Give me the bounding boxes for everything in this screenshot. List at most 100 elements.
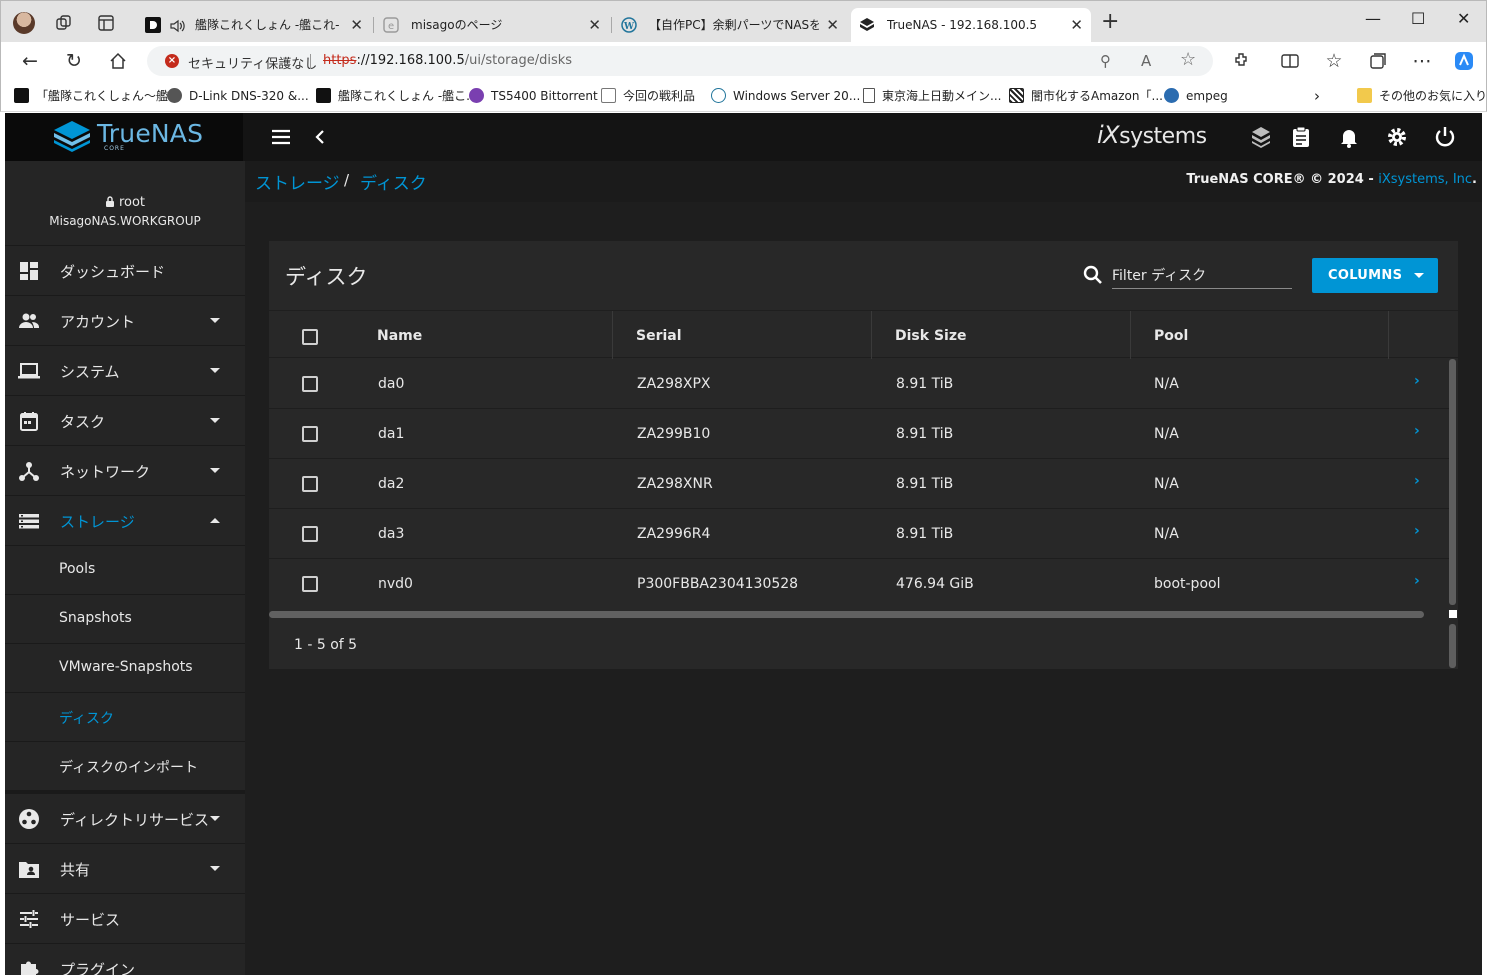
- sidebar-subitem-import-disk[interactable]: ディスクのインポート: [5, 742, 245, 794]
- browser-tab-misago[interactable]: e misagoのページ ✕: [375, 8, 609, 43]
- more-bookmarks-icon[interactable]: ›: [1314, 86, 1320, 106]
- tab-actions-icon[interactable]: [96, 13, 116, 33]
- column-resize-handle[interactable]: [871, 311, 872, 359]
- chevron-right-icon[interactable]: ›: [1414, 473, 1420, 489]
- close-window-icon[interactable]: ✕: [1457, 9, 1470, 28]
- column-resize-handle[interactable]: [612, 311, 613, 359]
- split-screen-icon[interactable]: [1279, 50, 1301, 72]
- other-favorites-folder[interactable]: その他のお気に入り: [1357, 86, 1487, 106]
- sidebar-item-accounts[interactable]: アカウント: [5, 296, 245, 346]
- bookmark-item[interactable]: 「艦隊これくしょん～艦...: [14, 86, 179, 106]
- columns-button[interactable]: COLUMNS: [1312, 258, 1438, 293]
- truecommand-icon[interactable]: [1249, 125, 1273, 149]
- sidebar-subitem-pools[interactable]: Pools: [5, 546, 245, 595]
- profile-avatar[interactable]: [13, 12, 35, 34]
- minimize-icon[interactable]: —: [1365, 9, 1381, 28]
- close-tab-icon[interactable]: ✕: [1070, 8, 1083, 43]
- bookmark-item[interactable]: Windows Server 20...: [711, 86, 860, 106]
- search-icon[interactable]: [1082, 264, 1104, 286]
- home-icon[interactable]: [107, 50, 129, 72]
- bookmark-item[interactable]: 艦隊これくしょん -艦こ...: [316, 86, 478, 106]
- url-text[interactable]: https://192.168.100.5/ui/storage/disks: [323, 53, 572, 68]
- table-row[interactable]: da0 ZA298XPX 8.91 TiB N/A ›: [269, 359, 1449, 409]
- chevron-right-icon[interactable]: ›: [1414, 373, 1420, 389]
- bookmark-item[interactable]: 東京海上日動メイン...: [863, 86, 1001, 106]
- table-row[interactable]: da3 ZA2996R4 8.91 TiB N/A ›: [269, 509, 1449, 559]
- horizontal-scrollbar-thumb[interactable]: [269, 611, 1424, 618]
- horizontal-scrollbar[interactable]: [269, 610, 1447, 620]
- sidebar-item-storage[interactable]: ストレージ: [5, 496, 245, 546]
- extensions-icon[interactable]: [1231, 50, 1253, 72]
- browser-tab-wordpress[interactable]: W 【自作PC】余剰パーツでNASを組み立 ✕: [613, 8, 847, 43]
- row-checkbox[interactable]: [302, 526, 318, 542]
- new-tab-icon[interactable]: +: [1101, 11, 1119, 33]
- sidebar-subitem-snapshots[interactable]: Snapshots: [5, 595, 245, 644]
- breadcrumb-disks[interactable]: ディスク: [360, 169, 427, 194]
- row-checkbox[interactable]: [302, 576, 318, 592]
- copilot-icon[interactable]: [1453, 50, 1475, 72]
- sidebar-item-plugins[interactable]: プラグイン: [5, 944, 245, 975]
- browser-tab-truenas[interactable]: TrueNAS - 192.168.100.5 ✕: [851, 8, 1091, 43]
- close-tab-icon[interactable]: ✕: [350, 8, 363, 43]
- table-row[interactable]: nvd0 P300FBBA2304130528 476.94 GiB boot-…: [269, 559, 1449, 609]
- chevron-right-icon[interactable]: ›: [1414, 523, 1420, 539]
- breadcrumb-storage[interactable]: ストレージ: [255, 169, 340, 194]
- collapse-sidebar-icon[interactable]: [309, 125, 333, 149]
- refresh-icon[interactable]: ↻: [63, 50, 85, 72]
- column-resize-handle[interactable]: [1130, 311, 1131, 359]
- sidebar-item-tasks[interactable]: タスク: [5, 396, 245, 446]
- ixsystems-logo[interactable]: iXsystems: [1097, 121, 1207, 149]
- workspaces-icon[interactable]: [54, 13, 74, 33]
- sidebar-item-network[interactable]: ネットワーク: [5, 446, 245, 496]
- browser-tab-kancolle[interactable]: 艦隊これくしょん -艦これ- - オン ✕: [137, 8, 371, 43]
- maximize-icon[interactable]: ☐: [1411, 9, 1425, 28]
- power-icon[interactable]: [1433, 125, 1457, 149]
- sidebar-subitem-vmware-snapshots[interactable]: VMware-Snapshots: [5, 644, 245, 693]
- security-status-text[interactable]: セキュリティ保護なし: [188, 53, 317, 72]
- select-all-checkbox[interactable]: [302, 329, 318, 345]
- column-header-serial[interactable]: Serial: [636, 328, 682, 344]
- column-header-pool[interactable]: Pool: [1154, 328, 1188, 344]
- sidebar-item-sharing[interactable]: 共有: [5, 844, 245, 894]
- ixsystems-link[interactable]: iXsystems, Inc: [1378, 172, 1472, 187]
- vertical-scrollbar-lower[interactable]: [1449, 624, 1456, 668]
- hamburger-menu-icon[interactable]: [269, 125, 293, 149]
- truenas-logo[interactable]: TrueNAS CORE: [5, 113, 243, 161]
- settings-gear-icon[interactable]: [1385, 125, 1409, 149]
- row-checkbox[interactable]: [302, 376, 318, 392]
- favorites-icon[interactable]: ☆: [1323, 50, 1345, 72]
- key-icon[interactable]: ⚲: [1100, 52, 1111, 70]
- bookmark-item[interactable]: 今回の戦利品: [601, 86, 695, 106]
- security-warning-icon[interactable]: ×: [165, 54, 179, 68]
- table-row[interactable]: da1 ZA299B10 8.91 TiB N/A ›: [269, 409, 1449, 459]
- sidebar-item-system[interactable]: システム: [5, 346, 245, 396]
- row-checkbox[interactable]: [302, 476, 318, 492]
- chevron-right-icon[interactable]: ›: [1414, 573, 1420, 589]
- chevron-right-icon[interactable]: ›: [1414, 423, 1420, 439]
- sidebar-item-dashboard[interactable]: ダッシュボード: [5, 246, 245, 296]
- column-header-disk-size[interactable]: Disk Size: [895, 328, 966, 344]
- row-checkbox[interactable]: [302, 426, 318, 442]
- table-row[interactable]: da2 ZA298XNR 8.91 TiB N/A ›: [269, 459, 1449, 509]
- sidebar-item-directory-services[interactable]: ディレクトリサービス: [5, 794, 245, 844]
- column-resize-handle[interactable]: [1388, 311, 1389, 359]
- read-aloud-icon[interactable]: A: [1141, 52, 1151, 70]
- collections-icon[interactable]: [1367, 50, 1389, 72]
- bookmark-item[interactable]: TS5400 Bittorrent: [469, 86, 598, 106]
- close-tab-icon[interactable]: ✕: [588, 8, 601, 43]
- bookmark-item[interactable]: empeg: [1164, 86, 1228, 106]
- favorite-star-icon[interactable]: ☆: [1180, 49, 1196, 70]
- sidebar-item-services[interactable]: サービス: [5, 894, 245, 944]
- sidebar-subitem-disks[interactable]: ディスク: [5, 693, 245, 742]
- notifications-bell-icon[interactable]: [1337, 125, 1361, 149]
- bookmark-item[interactable]: 闇市化するAmazon「...: [1009, 86, 1163, 106]
- audio-playing-icon[interactable]: [169, 18, 185, 34]
- more-menu-icon[interactable]: ⋯: [1411, 50, 1433, 72]
- filter-input[interactable]: Filter ディスク: [1112, 261, 1292, 289]
- bookmark-item[interactable]: D-Link DNS-320 &...: [167, 86, 309, 106]
- task-manager-icon[interactable]: [1289, 125, 1313, 149]
- url-field[interactable]: × セキュリティ保護なし https://192.168.100.5/ui/st…: [147, 46, 1213, 76]
- close-tab-icon[interactable]: ✕: [826, 8, 839, 43]
- back-icon[interactable]: ←: [19, 50, 41, 72]
- vertical-scrollbar[interactable]: [1449, 359, 1456, 605]
